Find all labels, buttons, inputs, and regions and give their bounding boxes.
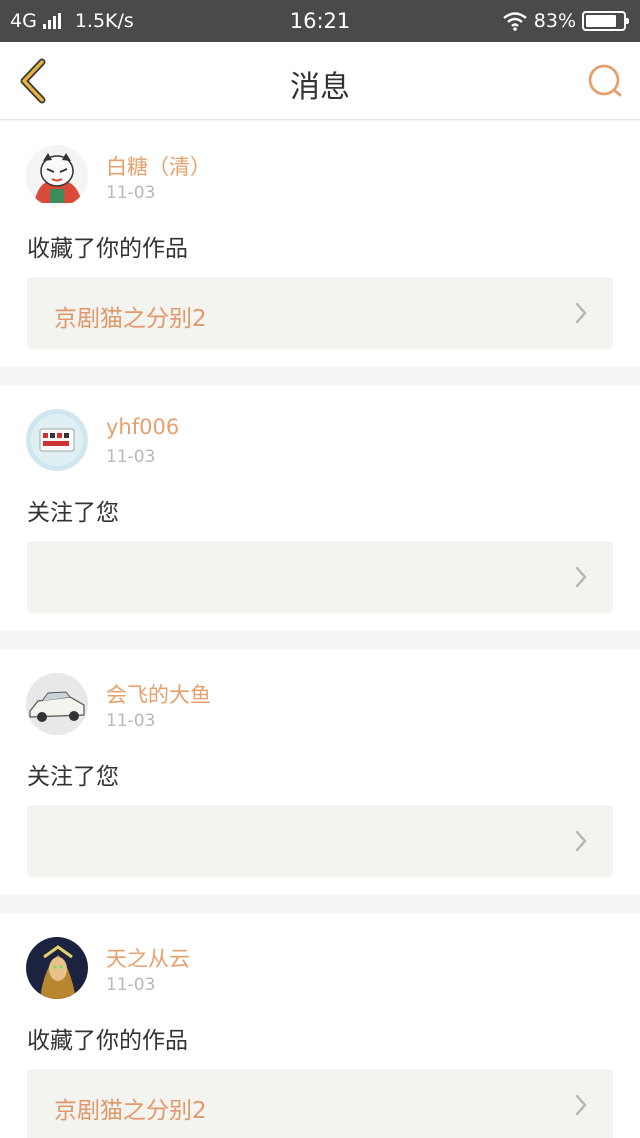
user-name[interactable]: 天之从云 [106, 943, 190, 973]
network-type: 4G [10, 10, 37, 32]
chevron-right-icon [575, 830, 587, 852]
work-link[interactable]: 京剧猫之分别2 [27, 1069, 613, 1138]
work-link[interactable] [27, 541, 613, 613]
message-item: 天之从云 11-03 收藏了你的作品 京剧猫之分别2 [0, 913, 640, 1138]
message-date: 11-03 [106, 711, 156, 731]
status-right: 83% [502, 10, 629, 32]
message-item: yhf006 11-03 关注了您 [0, 385, 640, 631]
search-button[interactable] [586, 62, 624, 100]
avatar[interactable] [26, 937, 88, 999]
signal-icon [42, 13, 61, 29]
work-title: 京剧猫之分别2 [54, 306, 207, 332]
status-left: 4G 1.5K/s [10, 10, 134, 32]
message-item: 会飞的大鱼 11-03 关注了您 [0, 649, 640, 895]
battery-percent: 83% [533, 10, 576, 32]
message-item: 白糖（清） 11-03 收藏了你的作品 京剧猫之分别2 [0, 121, 640, 367]
user-name[interactable]: yhf006 [106, 415, 179, 439]
message-action: 关注了您 [27, 500, 119, 526]
user-name[interactable]: 白糖（清） [106, 151, 211, 181]
avatar[interactable] [26, 673, 88, 735]
message-list: 白糖（清） 11-03 收藏了你的作品 京剧猫之分别2 yhf006 11-03… [0, 121, 640, 1138]
message-date: 11-03 [106, 447, 156, 467]
nav-bar: 消息 [0, 42, 640, 120]
chevron-right-icon [575, 566, 587, 588]
message-action: 收藏了你的作品 [27, 236, 188, 262]
chevron-right-icon [575, 1094, 587, 1116]
battery-icon [582, 11, 629, 31]
wifi-icon [503, 12, 527, 31]
avatar[interactable] [26, 145, 88, 207]
chevron-right-icon [575, 302, 587, 324]
message-action: 关注了您 [27, 764, 119, 790]
avatar[interactable] [26, 409, 88, 471]
work-link[interactable]: 京剧猫之分别2 [27, 277, 613, 349]
page-title: 消息 [290, 70, 350, 105]
work-title: 京剧猫之分别2 [54, 1098, 207, 1124]
status-bar: 4G 1.5K/s 16:21 83% [0, 0, 640, 42]
message-action: 收藏了你的作品 [27, 1028, 188, 1054]
message-date: 11-03 [106, 975, 156, 995]
user-name[interactable]: 会飞的大鱼 [106, 679, 211, 709]
search-icon [588, 64, 622, 97]
message-date: 11-03 [106, 183, 156, 203]
network-speed: 1.5K/s [74, 10, 134, 32]
work-link[interactable] [27, 805, 613, 877]
